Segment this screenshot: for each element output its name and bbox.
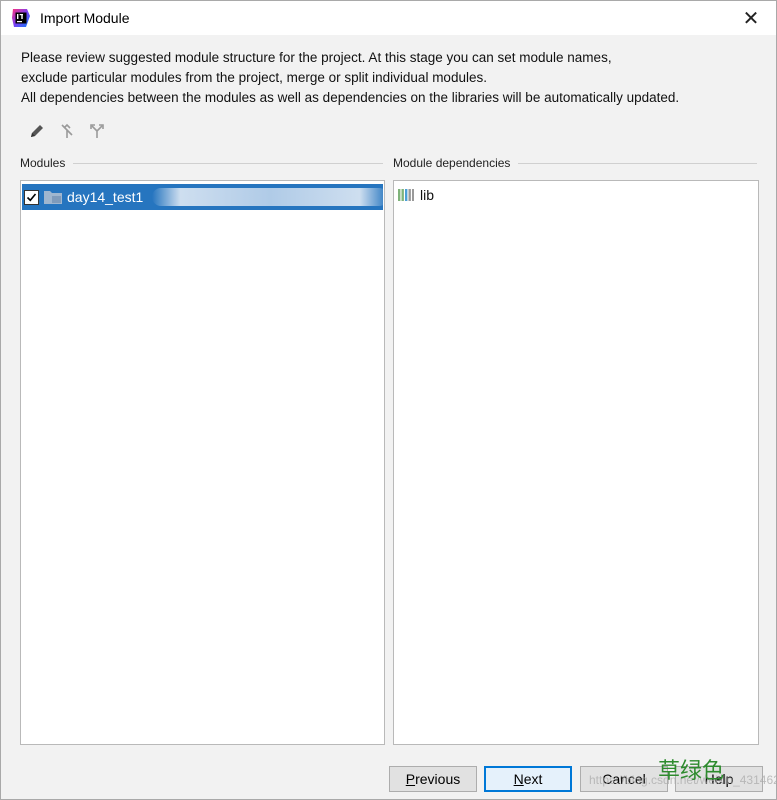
description-line-3: All dependencies between the modules as … [21,90,680,105]
next-mnemonic: N [513,771,524,787]
cancel-button[interactable]: Cancel [580,766,668,792]
chinese-watermark: 草绿色 [658,759,725,784]
cancel-label: Cancel [602,771,646,787]
title-bar: Import Module ✕ [1,1,776,35]
dependencies-header-divider [518,162,757,164]
redacted-path [152,188,388,206]
modules-list[interactable]: day14_test1 [20,180,388,745]
previous-mnemonic: P [405,771,416,787]
dependencies-header-label: Module dependencies [393,156,511,170]
description-line-1: Please review suggested module structure… [21,50,612,65]
split-button[interactable] [85,119,109,143]
module-toolbar [25,119,109,143]
modules-header-label: Modules [20,156,66,170]
module-name: day14_test1 [67,189,144,205]
modules-header-divider [73,162,383,164]
description-line-2: exclude particular modules from the proj… [21,70,487,85]
pencil-edit-icon [31,125,43,137]
dialog-title: Import Module [40,10,130,26]
previous-label: revious [415,771,461,787]
dependency-name: lib [420,187,435,203]
next-label: ext [523,771,543,787]
folder-icon [44,191,62,204]
merge-icon [61,123,73,138]
import-module-dialog: Import Module ✕ Please review suggested … [0,0,777,800]
rename-button[interactable] [25,119,49,143]
dependency-item[interactable]: lib [398,185,434,205]
previous-button[interactable]: Previous [389,766,477,792]
modules-section-header: Modules [20,156,383,170]
merge-button[interactable] [55,119,79,143]
dependencies-list[interactable]: lib [393,180,759,745]
close-button[interactable]: ✕ [737,5,765,31]
close-icon: ✕ [742,6,760,30]
next-button[interactable]: Next [484,766,572,792]
checkmark-icon [26,192,37,201]
description-text: Please review suggested module structure… [21,48,761,108]
library-icon [398,189,414,201]
dependencies-section-header: Module dependencies [393,156,757,170]
intellij-idea-icon [12,9,30,27]
module-item[interactable]: day14_test1 [22,184,388,210]
split-icon [90,124,104,138]
module-checkbox[interactable] [24,189,39,205]
